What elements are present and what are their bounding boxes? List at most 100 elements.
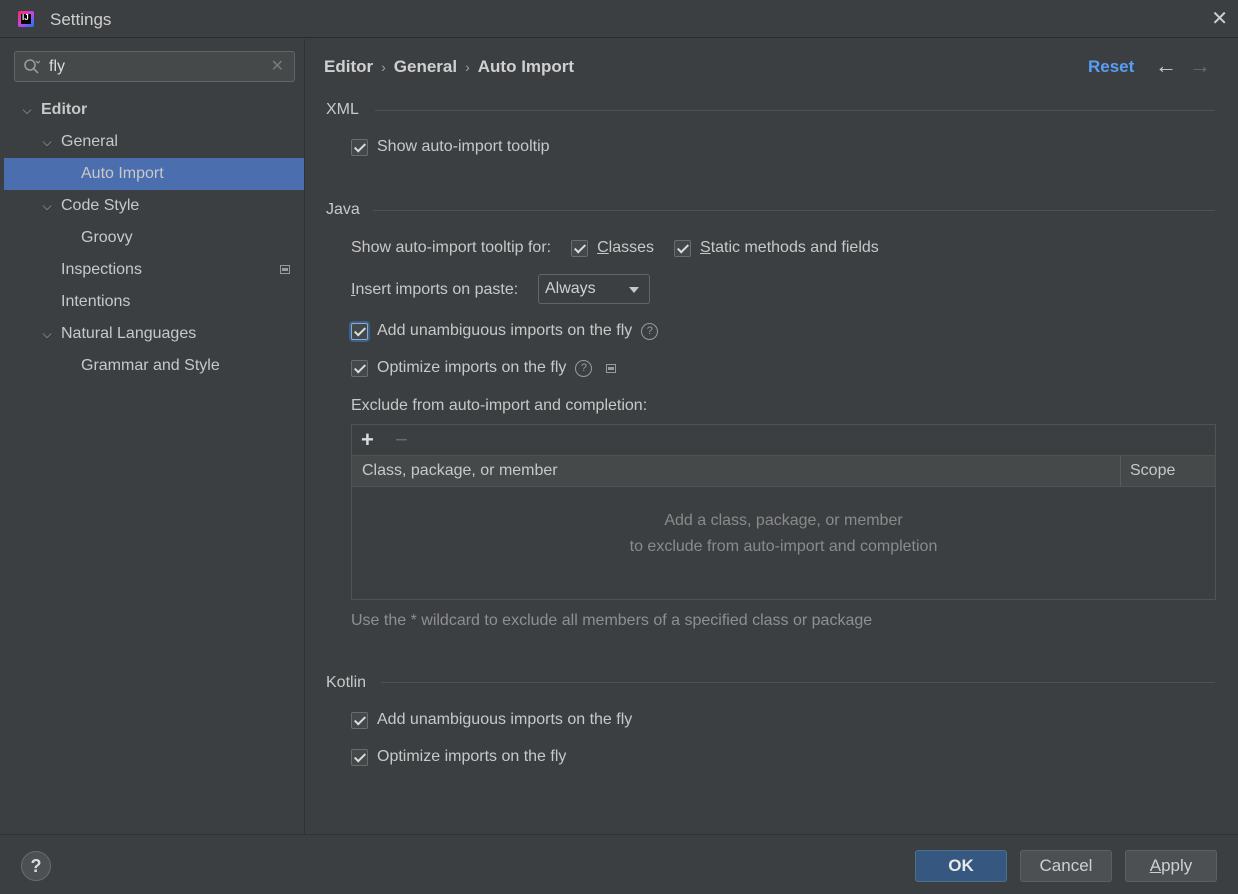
ok-button[interactable]: OK: [915, 850, 1007, 882]
cancel-button[interactable]: Cancel: [1020, 850, 1112, 882]
mnemonic: S: [700, 239, 711, 256]
checkbox-label: Optimize imports on the fly: [377, 359, 567, 376]
tree-item-auto-import[interactable]: Auto Import: [4, 158, 304, 190]
kotlin-add-unambiguous-checkbox[interactable]: [351, 711, 368, 729]
column-header-scope[interactable]: Scope: [1130, 462, 1175, 480]
section-divider: [375, 110, 1215, 111]
checkbox-label: Show auto-import tooltip: [377, 138, 550, 155]
label-rest: pply: [1161, 856, 1193, 875]
checkbox-label: Add unambiguous imports on the fly: [377, 322, 633, 339]
help-question-icon[interactable]: ?: [575, 359, 593, 377]
settings-tree: ⌵ Editor ⌵ General Auto Import ⌵ Code St…: [4, 94, 304, 382]
breadcrumb-separator: ›: [381, 59, 386, 75]
section-title-kotlin: Kotlin: [326, 674, 367, 691]
tree-item-label: Groovy: [81, 229, 133, 246]
tree-item-intentions[interactable]: Intentions: [4, 286, 304, 318]
settings-content-panel: Editor › General › Auto Import Reset ← → XML…: [304, 39, 1238, 834]
apply-button[interactable]: Apply: [1125, 850, 1217, 882]
reset-link[interactable]: Reset: [1088, 57, 1134, 77]
kotlin-optimize-imports-checkbox[interactable]: [351, 748, 368, 766]
java-optimize-imports-checkbox[interactable]: [351, 359, 368, 377]
help-button[interactable]: ?: [21, 851, 51, 881]
empty-table-text: to exclude from auto-import and completi…: [629, 538, 938, 555]
tree-item-code-style[interactable]: ⌵ Code Style: [4, 190, 304, 222]
checkbox-label: Add unambiguous imports on the fly: [377, 711, 633, 728]
add-icon[interactable]: +: [361, 427, 374, 453]
insert-imports-on-paste-select[interactable]: Always: [538, 274, 650, 304]
insert-imports-on-paste-label: Insert imports on paste:: [351, 279, 518, 301]
chevron-down-icon[interactable]: ⌵: [40, 126, 54, 158]
tree-item-groovy[interactable]: Groovy: [4, 222, 304, 254]
dialog-footer: ? OK Cancel Apply: [0, 834, 1238, 894]
breadcrumb-item[interactable]: Editor: [324, 57, 373, 76]
tree-item-inspections[interactable]: Inspections: [4, 254, 304, 286]
breadcrumb: Editor › General › Auto Import: [324, 57, 574, 77]
settings-sidebar: ✕ ⌵ Editor ⌵ General Auto Import ⌵ Code …: [4, 39, 304, 834]
chevron-down-icon[interactable]: ⌵: [20, 94, 34, 126]
mnemonic: C: [597, 239, 609, 256]
kotlin-optimize-imports-option: Optimize imports on the fly: [351, 746, 566, 768]
tree-item-label: Auto Import: [81, 165, 164, 182]
tooltip-for-label: Show auto-import tooltip for:: [351, 239, 552, 256]
classes-label: Classes: [597, 239, 654, 257]
exclude-label-text: Exclude from auto-import and completion:: [351, 397, 648, 414]
chevron-down-icon[interactable]: ⌵: [40, 190, 54, 222]
mnemonic: A: [1149, 856, 1162, 875]
xml-show-tooltip-checkbox[interactable]: [351, 138, 368, 156]
table-header: Class, package, or member Scope: [352, 456, 1215, 487]
xml-show-tooltip-option: Show auto-import tooltip: [351, 136, 550, 158]
project-scope-icon: [606, 363, 617, 373]
project-scope-icon: [280, 265, 290, 274]
section-divider: [381, 682, 1215, 683]
window-title: Settings: [50, 10, 112, 29]
intellij-app-icon: IJ: [18, 11, 34, 27]
remove-icon[interactable]: −: [395, 427, 408, 453]
help-question-icon[interactable]: ?: [641, 322, 659, 340]
clear-search-icon[interactable]: ✕: [271, 56, 284, 76]
wildcard-hint: Use the * wildcard to exclude all member…: [351, 612, 873, 629]
tree-item-label: Grammar and Style: [81, 357, 220, 374]
back-arrow-icon[interactable]: ←: [1155, 53, 1177, 79]
search-icon: [24, 59, 41, 74]
tree-item-label: Intentions: [61, 293, 131, 310]
breadcrumb-separator: ›: [465, 59, 470, 75]
chevron-down-icon[interactable]: ⌵: [40, 318, 54, 350]
breadcrumb-item: Auto Import: [477, 57, 575, 76]
label-rest: tatic methods and fields: [710, 239, 879, 256]
classes-checkbox[interactable]: [571, 239, 589, 257]
table-toolbar: + −: [352, 425, 1215, 456]
dropdown-arrow-icon: [629, 287, 639, 293]
empty-table-text: Add a class, package, or member: [664, 512, 903, 529]
label-rest: nsert imports on paste:: [355, 281, 519, 298]
section-title-xml: XML: [326, 101, 359, 118]
tree-item-label: Inspections: [61, 261, 142, 278]
exclude-table: + − Class, package, or member Scope Add …: [351, 424, 1216, 600]
forward-arrow-icon[interactable]: →: [1189, 53, 1211, 79]
tree-item-grammar-and-style[interactable]: Grammar and Style: [4, 350, 304, 382]
static-methods-checkbox[interactable]: [674, 239, 692, 257]
close-icon[interactable]: ✕: [1211, 6, 1228, 31]
tree-item-label: Natural Languages: [61, 325, 197, 342]
tree-item-natural-languages[interactable]: ⌵ Natural Languages: [4, 318, 304, 350]
settings-search-box[interactable]: ✕: [14, 51, 295, 82]
search-input[interactable]: [49, 56, 259, 78]
java-add-unambiguous-checkbox[interactable]: [351, 322, 368, 340]
tree-item-label: Editor: [41, 101, 88, 118]
checkbox-label: Optimize imports on the fly: [377, 748, 567, 765]
exclude-label: Exclude from auto-import and completion:: [351, 395, 647, 417]
column-header-member[interactable]: Class, package, or member: [362, 462, 558, 480]
static-methods-label: Static methods and fields: [700, 239, 879, 257]
tree-item-editor[interactable]: ⌵ Editor: [4, 94, 304, 126]
section-title-java: Java: [326, 201, 360, 218]
select-value: Always: [545, 280, 596, 297]
tree-item-general[interactable]: ⌵ General: [4, 126, 304, 158]
tree-item-label: Code Style: [61, 197, 140, 214]
label-rest: lasses: [608, 239, 655, 256]
java-optimize-imports-option: Optimize imports on the fly ?: [351, 357, 617, 379]
java-add-unambiguous-option: Add unambiguous imports on the fly ?: [351, 320, 659, 342]
column-divider[interactable]: [1120, 456, 1121, 486]
breadcrumb-item[interactable]: General: [394, 57, 457, 76]
tree-item-label: General: [61, 133, 118, 150]
title-bar: IJ Settings ✕: [0, 0, 1238, 38]
section-divider: [373, 210, 1215, 211]
